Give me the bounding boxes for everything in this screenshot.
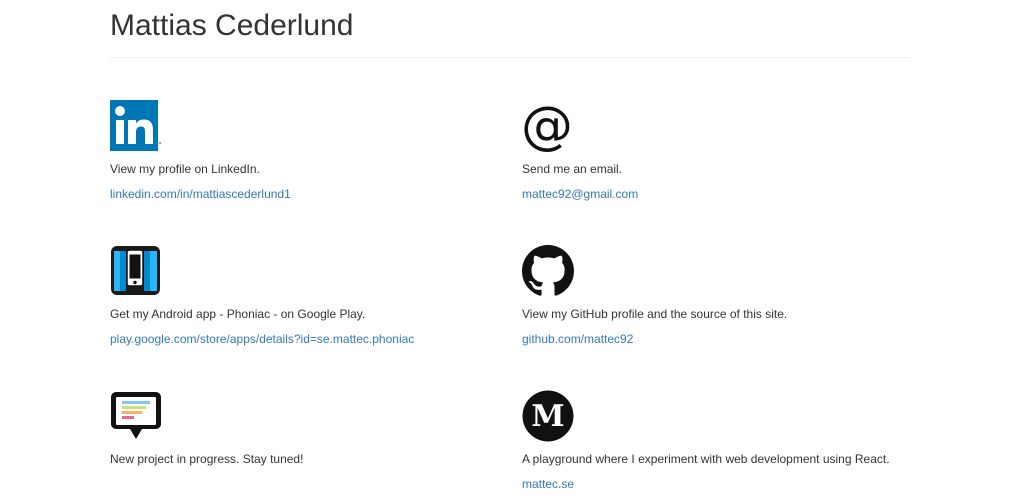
github-link[interactable]: github.com/mattec92 <box>522 332 633 346</box>
github-description: View my GitHub profile and the source of… <box>522 307 788 321</box>
speech-bubble-icon <box>110 390 162 442</box>
email-description: Send me an email. <box>522 162 623 176</box>
linkedin-link[interactable]: linkedin.com/in/mattiascederlund1 <box>110 187 291 201</box>
svg-text:@: @ <box>522 100 573 152</box>
mattec-link[interactable]: mattec.se <box>522 477 574 491</box>
page-title: Mattias Cederlund <box>110 9 354 42</box>
email-link[interactable]: mattec92@gmail.com <box>522 187 638 201</box>
linkedin-description: View my profile on LinkedIn. <box>110 162 260 176</box>
svg-text:M: M <box>531 399 564 434</box>
at-sign-icon[interactable]: @ <box>521 96 574 156</box>
mattec-description: A playground where I experiment with web… <box>522 452 890 466</box>
phoniac-description: Get my Android app - Phoniac - on Google… <box>110 307 366 321</box>
linkedin-icon[interactable] <box>110 100 162 152</box>
project-description: New project in progress. Stay tuned! <box>110 452 304 466</box>
medium-m-icon[interactable]: M <box>522 390 574 442</box>
phoniac-app-icon[interactable] <box>110 245 162 297</box>
github-icon[interactable] <box>522 245 574 297</box>
phoniac-link[interactable]: play.google.com/store/apps/details?id=se… <box>110 332 414 346</box>
title-divider <box>110 57 910 58</box>
